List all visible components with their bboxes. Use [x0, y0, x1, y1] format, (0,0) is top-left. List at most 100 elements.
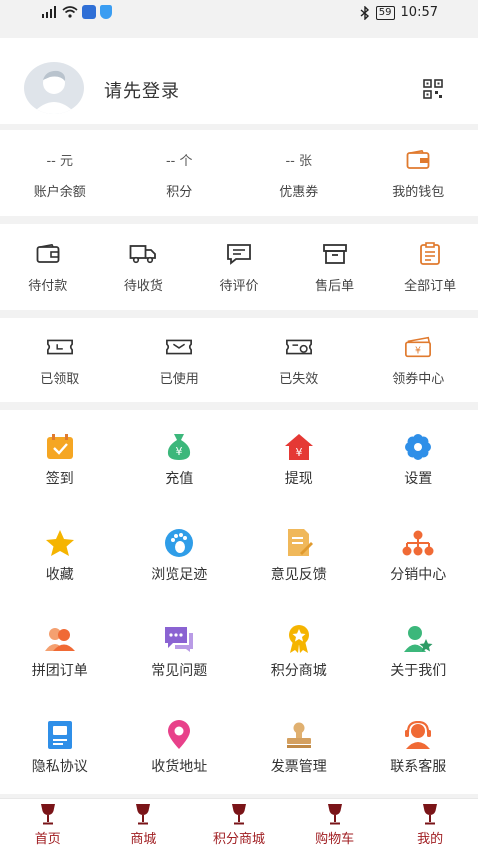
tab-cart-label: 购物车: [315, 831, 355, 847]
hierarchy-icon: [401, 528, 435, 558]
order-pending-receipt[interactable]: 待收货: [96, 224, 192, 310]
box-icon: [321, 241, 349, 267]
feedback-icon: [282, 528, 316, 558]
service-history-label: 浏览足迹: [151, 567, 208, 583]
status-icons-right: 59 10:57: [360, 5, 438, 20]
order-pending-review[interactable]: 待评价: [191, 224, 287, 310]
account-balance-value: -- 元: [46, 154, 73, 169]
service-address-label: 收货地址: [151, 759, 208, 775]
service-feedback-label: 意见反馈: [270, 567, 327, 583]
coupon-received[interactable]: 已领取: [0, 318, 120, 402]
service-withdraw[interactable]: ¥ 提现: [239, 410, 359, 506]
qr-code-icon[interactable]: [423, 79, 443, 99]
chat-icon: [162, 624, 196, 654]
ticket-used-icon: [165, 334, 193, 360]
tab-mall-label: 商城: [130, 831, 157, 847]
headset-icon: [401, 720, 435, 750]
order-all-label: 全部订单: [404, 278, 457, 294]
truck-icon: [129, 241, 157, 267]
clock: 10:57: [400, 5, 438, 20]
app-notification-icon: [82, 5, 96, 19]
service-withdraw-label: 提现: [284, 471, 313, 487]
service-history[interactable]: 浏览足迹: [120, 506, 240, 602]
coupon-expired[interactable]: 已失效: [239, 318, 359, 402]
coupon-center-icon: ¥: [404, 334, 432, 360]
order-pending-payment-label: 待付款: [28, 278, 68, 294]
order-pending-payment[interactable]: 待付款: [0, 224, 96, 310]
coupon-received-label: 已领取: [40, 371, 80, 387]
coupon-center[interactable]: ¥ 领券中心: [359, 318, 478, 402]
status-bar: 59 10:57: [0, 0, 478, 30]
signal-icon: [42, 6, 56, 18]
service-privacy-label: 隐私协议: [31, 759, 88, 775]
service-about-us-label: 关于我们: [390, 663, 447, 679]
account-balance[interactable]: -- 元 账户余额: [0, 130, 120, 216]
coupons-label: 优惠券: [279, 184, 319, 200]
service-customer-service-label: 联系客服: [390, 759, 447, 775]
service-privacy[interactable]: 隐私协议: [0, 698, 120, 794]
service-recharge[interactable]: ¥ 充值: [120, 410, 240, 506]
medal-icon: [282, 624, 316, 654]
order-pending-review-label: 待评价: [219, 278, 259, 294]
service-address[interactable]: 收货地址: [120, 698, 240, 794]
gear-icon: [401, 432, 435, 462]
tab-points-mall[interactable]: 积分商城: [191, 799, 287, 850]
my-wallet[interactable]: 我的钱包: [359, 130, 478, 216]
service-settings[interactable]: 设置: [359, 410, 478, 506]
battery-level: 59: [375, 5, 395, 20]
service-points-mall[interactable]: 积分商城: [239, 602, 359, 698]
profile-card[interactable]: 请先登录: [0, 38, 478, 124]
wifi-icon: [62, 6, 78, 18]
service-faq[interactable]: 常见问题: [120, 602, 240, 698]
money-bag-icon: ¥: [162, 432, 196, 462]
service-sign-in[interactable]: 签到: [0, 410, 120, 506]
assets-panel: -- 元 账户余额 -- 个 积分 -- 张 优惠券 我的钱包: [0, 130, 478, 216]
tab-home[interactable]: 首页: [0, 799, 96, 850]
clipboard-icon: [416, 241, 444, 267]
coupon-center-label: 领券中心: [392, 371, 445, 387]
tab-mine-label: 我的: [417, 831, 444, 847]
ticket-expired-icon: [285, 334, 313, 360]
service-distribution[interactable]: 分销中心: [359, 506, 478, 602]
user-star-icon: [401, 624, 435, 654]
points[interactable]: -- 个 积分: [120, 130, 240, 216]
group-icon: [43, 624, 77, 654]
stamp-icon: [282, 720, 316, 750]
calendar-check-icon: [43, 432, 77, 462]
login-prompt[interactable]: 请先登录: [104, 77, 180, 103]
coupon-expired-label: 已失效: [279, 371, 319, 387]
svg-text:¥: ¥: [176, 445, 183, 458]
service-sign-in-label: 签到: [45, 471, 74, 487]
tab-mall[interactable]: 商城: [96, 799, 192, 850]
coupon-used[interactable]: 已使用: [120, 318, 240, 402]
location-pin-icon: [162, 720, 196, 750]
wallet-icon: [404, 147, 432, 173]
coupons-count[interactable]: -- 张 优惠券: [239, 130, 359, 216]
order-after-sales-label: 售后单: [315, 278, 355, 294]
tab-cart[interactable]: 购物车: [287, 799, 383, 850]
service-invoice[interactable]: 发票管理: [239, 698, 359, 794]
house-yen-icon: ¥: [282, 432, 316, 462]
order-after-sales[interactable]: 售后单: [287, 224, 383, 310]
service-favorites[interactable]: 收藏: [0, 506, 120, 602]
bottom-tab-bar: 首页 商城 积分商城 购物车 我的: [0, 798, 478, 850]
coupons-value: -- 张: [285, 154, 312, 169]
svg-text:¥: ¥: [295, 446, 302, 459]
account-balance-label: 账户余额: [33, 184, 86, 200]
service-group-orders[interactable]: 拼团订单: [0, 602, 120, 698]
tab-mine[interactable]: 我的: [382, 799, 478, 850]
service-favorites-label: 收藏: [45, 567, 74, 583]
comment-icon: [225, 241, 253, 267]
points-value: -- 个: [165, 154, 193, 169]
service-customer-service[interactable]: 联系客服: [359, 698, 478, 794]
service-invoice-label: 发票管理: [270, 759, 327, 775]
orders-panel: 待付款 待收货 待评价 售后单 全部订单: [0, 224, 478, 310]
service-feedback[interactable]: 意见反馈: [239, 506, 359, 602]
tab-points-mall-label: 积分商城: [212, 831, 265, 847]
avatar[interactable]: [24, 62, 84, 114]
points-label: 积分: [166, 184, 193, 200]
service-group-orders-label: 拼团订单: [31, 663, 88, 679]
wine-glass-icon: [327, 803, 342, 824]
order-all[interactable]: 全部订单: [382, 224, 478, 310]
service-about-us[interactable]: 关于我们: [359, 602, 478, 698]
